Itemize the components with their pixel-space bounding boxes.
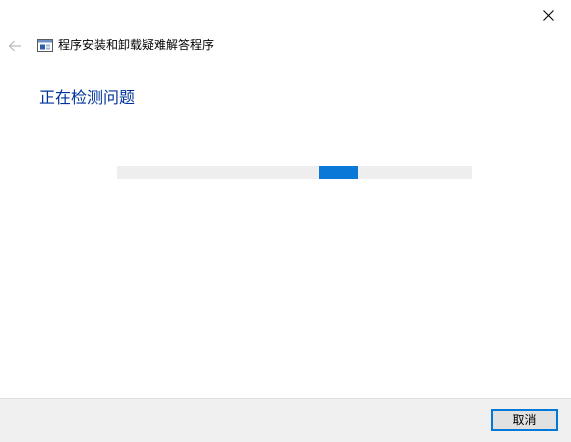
troubleshooter-icon [37, 39, 53, 52]
progress-bar [117, 166, 472, 179]
close-button[interactable] [525, 0, 571, 31]
close-icon [542, 10, 554, 21]
cancel-button[interactable]: 取消 [491, 409, 558, 431]
back-button[interactable] [4, 36, 26, 56]
window-title: 程序安装和卸载疑难解答程序 [58, 38, 215, 52]
progress-marquee [319, 166, 358, 179]
page-heading: 正在检测问题 [39, 88, 136, 107]
troubleshooter-window: 程序安装和卸载疑难解答程序 正在检测问题 取消 [0, 0, 571, 442]
back-arrow-icon [8, 40, 21, 52]
footer-bar: 取消 [0, 398, 571, 442]
